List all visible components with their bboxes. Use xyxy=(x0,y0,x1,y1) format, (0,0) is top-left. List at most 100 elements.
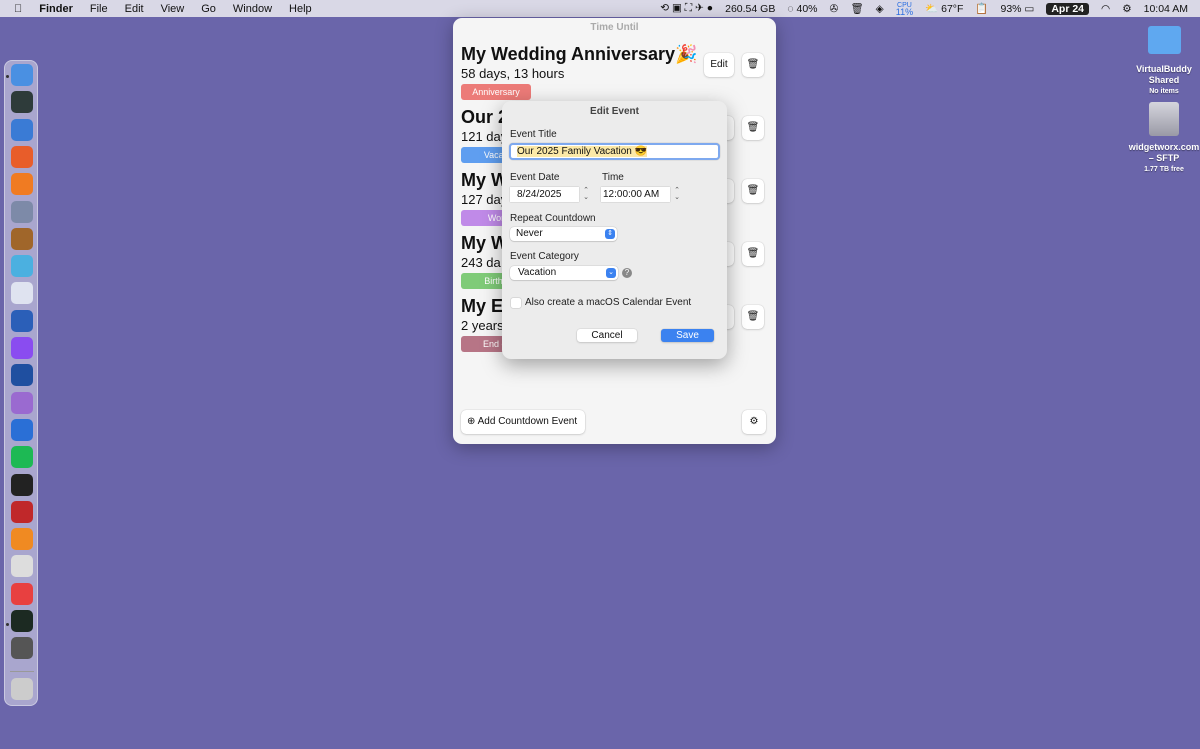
dock-app-icon[interactable] xyxy=(11,364,33,387)
time-field[interactable]: 12:00:00 AM xyxy=(601,187,670,202)
dock-app-icon[interactable] xyxy=(11,118,33,141)
battery-percent: 93% xyxy=(1000,2,1022,15)
battery-ring[interactable]: ◌ 40% xyxy=(787,3,817,15)
menu-app-finder[interactable]: Finder xyxy=(39,3,73,15)
wifi-icon[interactable]: ◠ xyxy=(1101,3,1110,15)
cancel-button[interactable]: Cancel xyxy=(577,329,637,342)
menu-window[interactable]: Window xyxy=(233,3,272,15)
dock-app-icon[interactable] xyxy=(11,446,33,469)
date[interactable]: Apr 24 xyxy=(1046,2,1090,15)
updown-chevron-icon: ⇕ xyxy=(605,229,615,239)
trash-icon: 🗑 xyxy=(746,122,760,133)
event-title-label: Event Title xyxy=(510,129,557,140)
dock-app-icon[interactable] xyxy=(11,309,33,332)
dock xyxy=(4,60,38,706)
category-label: Event Category xyxy=(510,251,579,262)
menu-edit[interactable]: Edit xyxy=(125,3,144,15)
save-button[interactable]: Save xyxy=(661,329,714,342)
menu-bar:  Finder File Edit View Go Window Help ⟲… xyxy=(0,0,1200,17)
category-select[interactable]: Vacation ⌄ xyxy=(510,266,618,280)
clock[interactable]: 10:04 AM xyxy=(1144,3,1188,15)
desktop-item-sftp[interactable]: widgetworx.com – SFTP 1.77 TB free xyxy=(1128,142,1200,175)
dock-app-icon[interactable] xyxy=(11,473,33,496)
dock-app-icon[interactable] xyxy=(11,500,33,523)
dock-app-icon[interactable] xyxy=(11,91,33,114)
event-date-field[interactable]: 8/24/2025 xyxy=(510,187,579,202)
chevron-down-icon: ⌄ xyxy=(606,268,616,278)
battery[interactable]: 93% ▭ xyxy=(1000,3,1034,15)
window-title: Time Until xyxy=(590,22,639,33)
dock-app-icon[interactable] xyxy=(11,555,33,578)
add-countdown-event-button[interactable]: ⊕ Add Countdown Event xyxy=(461,410,585,434)
status-icons[interactable]: ⟲ ▣ ⛶ ✈ ● xyxy=(660,2,713,15)
desktop-item-name: VirtualBuddy Shared xyxy=(1136,64,1192,85)
running-indicator xyxy=(6,623,9,626)
time-stepper[interactable]: ⌃ ⌄ xyxy=(673,187,681,202)
dock-app-icon[interactable] xyxy=(11,145,33,168)
sheet-title: Edit Event xyxy=(590,106,639,117)
edit-event-sheet: Edit Event Event Title Our 2025 Family V… xyxy=(502,101,727,359)
dock-app-icon[interactable] xyxy=(11,200,33,223)
folder-icon[interactable] xyxy=(1148,26,1181,54)
dock-app-icon[interactable] xyxy=(11,173,33,196)
network-drive-icon[interactable] xyxy=(1149,102,1179,136)
add-label: Add Countdown Event xyxy=(477,416,578,427)
desktop-item-info: No items xyxy=(1149,88,1179,95)
trash-icon: 🗑 xyxy=(746,185,760,196)
menu-file[interactable]: File xyxy=(90,3,108,15)
event-item: My Wedding Anniversary🎉 58 days, 13 hour… xyxy=(461,44,697,100)
menu-help[interactable]: Help xyxy=(289,3,312,15)
weather[interactable]: ⛅ 67°F xyxy=(925,2,963,15)
settings-button[interactable]: ⚙ xyxy=(742,410,766,434)
repeat-select[interactable]: Never ⇕ xyxy=(510,227,617,241)
category-badge: Anniversary xyxy=(461,84,531,100)
plus-circle-icon: ⊕ xyxy=(467,416,476,427)
desktop-item-name: widgetworx.com – SFTP xyxy=(1128,142,1200,163)
help-icon[interactable]: ? xyxy=(622,268,632,278)
trash-icon: 🗑 xyxy=(746,311,760,322)
menu-view[interactable]: View xyxy=(161,3,185,15)
dock-app-icon[interactable] xyxy=(11,582,33,605)
gear-icon: ⚙ xyxy=(749,416,759,427)
event-title-value: Our 2025 Family Vacation 😎 xyxy=(517,146,648,157)
trash-dock-icon[interactable] xyxy=(11,678,33,700)
desktop-item-info: 1.77 TB free xyxy=(1144,166,1184,173)
delete-button[interactable]: 🗑 xyxy=(742,116,764,140)
delete-button[interactable]: 🗑 xyxy=(742,305,764,329)
trash-icon: 🗑 xyxy=(746,248,760,259)
battery-ring-value: 40% xyxy=(796,2,818,15)
dock-separator xyxy=(10,671,34,672)
event-countdown: 58 days, 13 hours xyxy=(461,66,565,81)
delete-button[interactable]: 🗑 xyxy=(742,179,764,203)
cpu-meter[interactable]: CPU 11% xyxy=(896,2,913,17)
dock-app-icon[interactable] xyxy=(11,637,33,660)
fan-icon[interactable]: ✇ xyxy=(830,3,839,15)
dock-app-icon[interactable] xyxy=(11,391,33,414)
apple-menu-icon[interactable]:  xyxy=(14,3,22,15)
event-date-label: Event Date xyxy=(510,172,560,183)
edit-button[interactable]: Edit xyxy=(704,53,734,77)
time-label: Time xyxy=(602,172,624,183)
dock-app-icon[interactable] xyxy=(11,64,33,86)
dock-app-icon[interactable] xyxy=(11,418,33,441)
delete-button[interactable]: 🗑 xyxy=(742,53,764,77)
clipboard-icon[interactable]: 📋 xyxy=(975,2,988,15)
dock-app-icon[interactable] xyxy=(11,337,33,359)
dock-app-icon[interactable] xyxy=(11,610,33,632)
event-title-input[interactable]: Our 2025 Family Vacation 😎 xyxy=(509,143,720,160)
dock-app-icon[interactable] xyxy=(11,528,33,551)
date-stepper[interactable]: ⌃ ⌄ xyxy=(582,187,590,202)
dock-app-icon[interactable] xyxy=(11,227,33,250)
trash-menu-icon[interactable]: 🗑 xyxy=(850,2,863,15)
calendar-checkbox[interactable] xyxy=(511,298,521,308)
desktop-item-virtualbuddy[interactable]: VirtualBuddy Shared No items xyxy=(1120,64,1200,97)
delete-button[interactable]: 🗑 xyxy=(742,242,764,266)
repeat-label: Repeat Countdown xyxy=(510,213,596,224)
diamond-icon[interactable]: ◈ xyxy=(876,3,884,15)
control-center-icon[interactable]: ⚙ xyxy=(1122,3,1131,15)
dock-app-icon[interactable] xyxy=(11,255,33,278)
running-indicator xyxy=(6,75,9,78)
disk-space[interactable]: 260.54 GB xyxy=(725,3,775,15)
dock-app-icon[interactable] xyxy=(11,282,33,305)
menu-go[interactable]: Go xyxy=(201,3,216,15)
